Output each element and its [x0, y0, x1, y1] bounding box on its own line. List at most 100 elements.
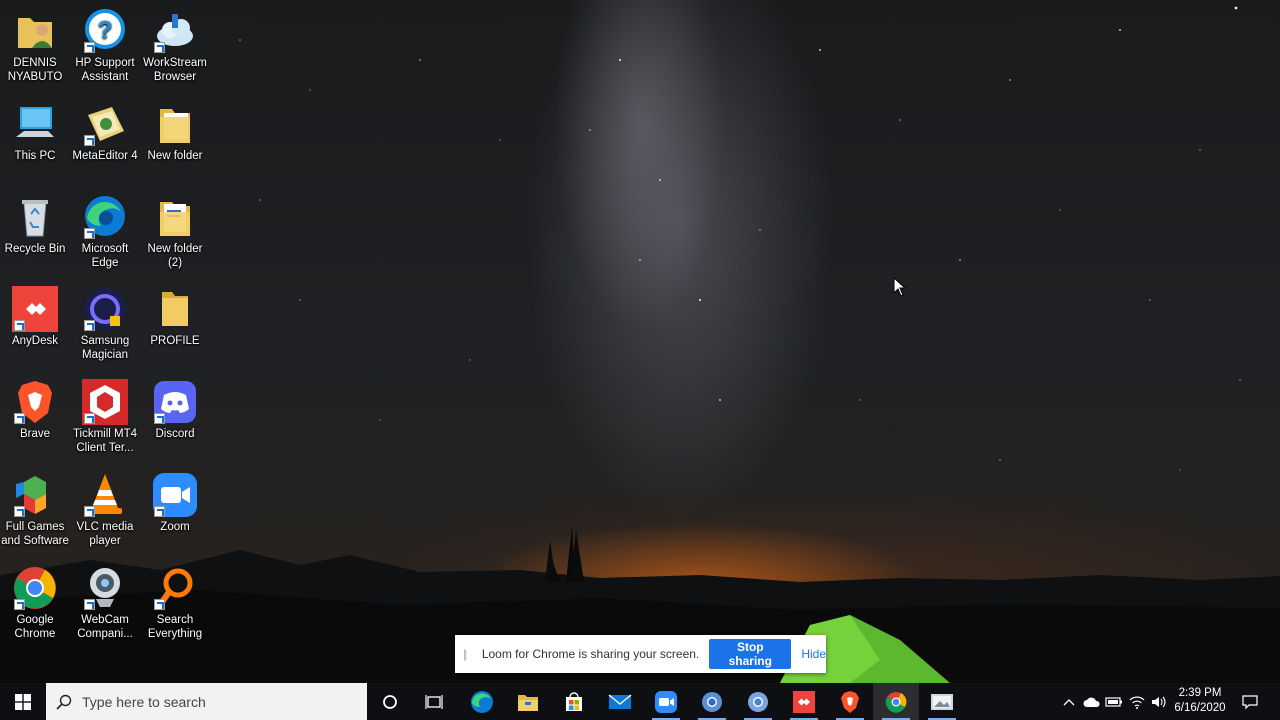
taskbar-chromium-1[interactable] [689, 683, 735, 720]
desktop-icon-profile[interactable]: PROFILE [140, 286, 210, 348]
icon-label-line1: Full Games [5, 521, 65, 533]
icon-label-line1: WorkStream [143, 57, 207, 69]
icon-label-line2: Compani... [77, 628, 133, 640]
start-button[interactable] [0, 683, 46, 720]
folder-icon [152, 286, 198, 332]
shortcut-arrow-icon [154, 599, 165, 610]
screen-sharing-bar: || Loom for Chrome is sharing your scree… [455, 635, 826, 673]
desktop-icon-recycle-bin[interactable]: Recycle Bin [0, 194, 70, 256]
windows-logo-icon [15, 693, 31, 710]
desktop-icon-vlc[interactable]: VLC media player [70, 472, 140, 548]
icon-label-line1: AnyDesk [11, 335, 59, 347]
desktop-icon-workstream[interactable]: WorkStream Browser [140, 8, 210, 84]
edge-icon [82, 194, 128, 240]
desktop-icon-samsung-magician[interactable]: Samsung Magician [70, 286, 140, 362]
taskbar-brave[interactable] [827, 683, 873, 720]
taskbar-search-box[interactable]: Type here to search [46, 683, 367, 720]
icon-label-line2: NYABUTO [7, 71, 63, 83]
icon-label-line1: PROFILE [150, 335, 200, 347]
show-hidden-icons-button[interactable] [1060, 683, 1078, 720]
volume-button[interactable] [1149, 683, 1169, 720]
shortcut-arrow-icon [154, 42, 165, 53]
icon-label-line2: Everything [147, 628, 203, 640]
webcam-icon [82, 565, 128, 611]
icon-label-line1: DENNIS [13, 57, 57, 69]
desktop-icon-microsoft-edge[interactable]: Microsoft Edge [70, 194, 140, 270]
stop-sharing-button[interactable]: Stop sharing [709, 639, 792, 669]
desktop-icon-this-pc[interactable]: This PC [0, 101, 70, 163]
icon-label-line1: New folder [147, 243, 203, 255]
chromium-icon [702, 691, 722, 712]
drag-handle-icon[interactable]: || [463, 647, 470, 661]
folder-icon [152, 101, 198, 147]
icon-label-line1: VLC media [76, 521, 134, 533]
taskbar-file-explorer[interactable] [505, 683, 551, 720]
desktop-icon-google-chrome[interactable]: Google Chrome [0, 565, 70, 641]
taskbar-chromium-2[interactable] [735, 683, 781, 720]
hide-link[interactable]: Hide [801, 647, 826, 661]
icon-label-line1: Google [16, 614, 54, 626]
icon-label-line2: Edge [91, 257, 119, 269]
taskbar-mail[interactable] [597, 683, 643, 720]
clock-date: 6/16/2020 [1174, 702, 1226, 714]
icon-label-line2: Assistant [81, 71, 129, 83]
desktop-icon-hp-support[interactable]: ? HP Support Assistant [70, 8, 140, 84]
icon-label-line2: Magician [81, 349, 129, 361]
onedrive-button[interactable] [1082, 683, 1102, 720]
desktop-icon-discord[interactable]: Discord [140, 379, 210, 441]
taskbar-anydesk[interactable] [781, 683, 827, 720]
search-icon [56, 694, 72, 710]
shortcut-arrow-icon [84, 506, 95, 517]
taskbar-photos[interactable] [919, 683, 965, 720]
icon-label-line1: Brave [19, 428, 51, 440]
task-view-icon [425, 694, 443, 709]
recycle-bin-icon [12, 194, 58, 240]
zoom-icon [152, 472, 198, 518]
battery-button[interactable] [1104, 683, 1124, 720]
icon-label-line2: and Software [1, 535, 69, 547]
icon-label-line2: Browser [153, 71, 197, 83]
shortcut-arrow-icon [84, 42, 95, 53]
taskbar-zoom[interactable] [643, 683, 689, 720]
task-view-button[interactable] [411, 683, 457, 720]
icon-label-line1: Search [156, 614, 194, 626]
icon-label-line1: This PC [14, 150, 56, 162]
taskbar-edge[interactable] [459, 683, 505, 720]
network-button[interactable] [1127, 683, 1147, 720]
desktop-icon-webcam-companion[interactable]: WebCam Compani... [70, 565, 140, 641]
shortcut-arrow-icon [84, 228, 95, 239]
shortcut-arrow-icon [84, 413, 95, 424]
desktop-icon-anydesk[interactable]: AnyDesk [0, 286, 70, 348]
shortcut-arrow-icon [154, 413, 165, 424]
taskbar-chrome[interactable] [873, 683, 919, 720]
desktop-icon-brave[interactable]: Brave [0, 379, 70, 441]
desktop-icon-zoom[interactable]: Zoom [140, 472, 210, 534]
workstream-icon [152, 8, 198, 54]
desktop-icon-new-folder-2[interactable]: New folder (2) [140, 194, 210, 270]
hp-support-icon: ? [82, 8, 128, 54]
taskbar: Type here to search 2:39 PM 6/16/2020 [0, 683, 1280, 720]
computer-icon [12, 101, 58, 147]
desktop-icon-tickmill[interactable]: Tickmill MT4 Client Ter... [70, 379, 140, 455]
desktop-icon-metaeditor[interactable]: MetaEditor 4 [70, 101, 140, 163]
cortana-button[interactable] [367, 683, 413, 720]
icon-label-line1: Samsung [80, 335, 130, 347]
folder-icon [152, 194, 198, 240]
clock[interactable]: 2:39 PM 6/16/2020 [1168, 686, 1232, 716]
shortcut-arrow-icon [14, 599, 25, 610]
action-center-button[interactable] [1236, 683, 1264, 720]
icon-label-line1: MetaEditor 4 [72, 150, 138, 162]
speaker-icon [1152, 696, 1166, 707]
games-icon [12, 472, 58, 518]
icon-label-line1: WebCam [81, 614, 129, 626]
desktop-icon-dennis-nyabuto[interactable]: DENNIS NYABUTO [0, 8, 70, 84]
search-placeholder: Type here to search [82, 693, 206, 710]
brave-icon [12, 379, 58, 425]
desktop-icon-search-everything[interactable]: Search Everything [140, 565, 210, 641]
taskbar-store[interactable] [551, 683, 597, 720]
chromium-icon [748, 691, 768, 712]
desktop-icon-full-games[interactable]: Full Games and Software [0, 472, 70, 548]
cloud-icon [1083, 697, 1100, 707]
shortcut-arrow-icon [84, 135, 95, 146]
desktop-icon-new-folder[interactable]: New folder [140, 101, 210, 163]
